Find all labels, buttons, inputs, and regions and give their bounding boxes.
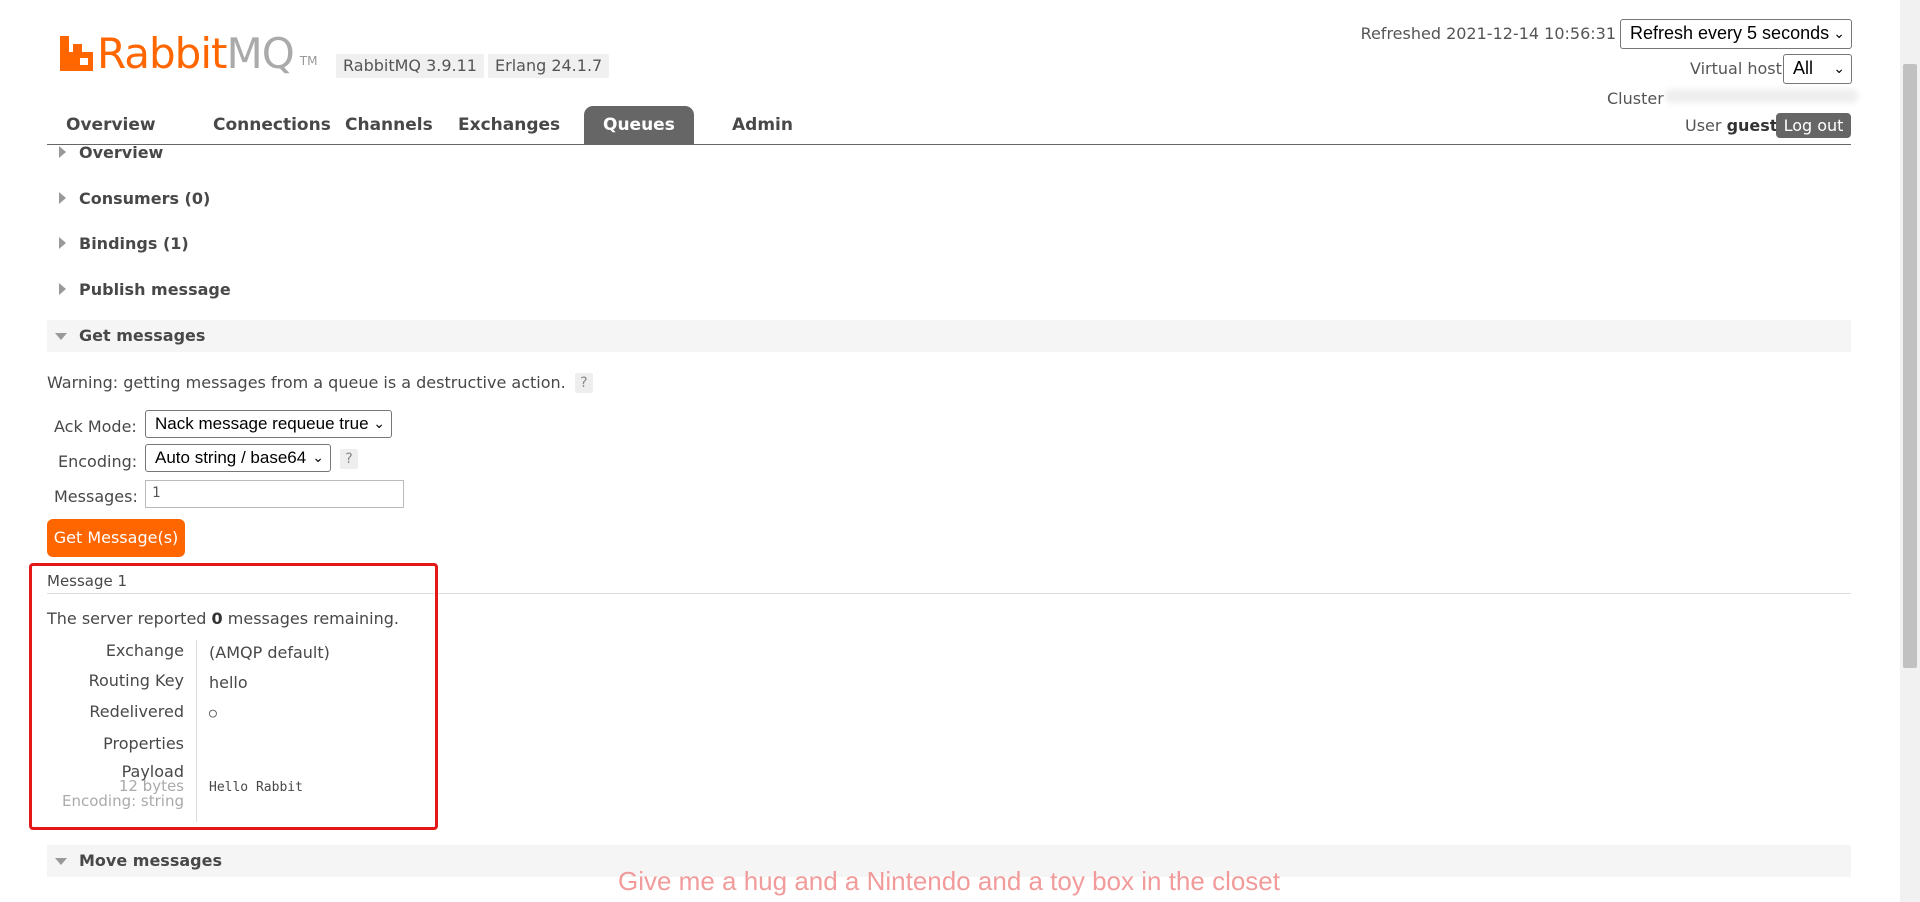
encoding-value: Auto string / base64 [155, 448, 307, 467]
trademark-label: TM [299, 54, 318, 68]
ack-mode-value: Nack message requeue true [155, 414, 369, 433]
section-overview[interactable]: Overview [47, 137, 1851, 169]
collapse-triangle-icon [55, 333, 67, 340]
rabbitmq-logo[interactable]: RabbitMQ TM [60, 26, 317, 76]
logo-wordmark: RabbitMQ [97, 29, 295, 78]
rabbit-logo-icon [60, 36, 93, 71]
encoding-select[interactable]: Auto string / base64 ⌄ [145, 444, 331, 472]
highlight-annotation-box [29, 563, 438, 830]
refresh-interval-select[interactable]: Refresh every 5 seconds ⌄ [1620, 19, 1852, 49]
ack-mode-select[interactable]: Nack message requeue true ⌄ [145, 410, 392, 438]
section-title: Overview [79, 143, 164, 162]
expand-triangle-icon [59, 283, 66, 295]
chevron-down-icon: ⌄ [1833, 60, 1845, 76]
section-bindings[interactable]: Bindings (1) [47, 228, 1851, 260]
user-name: guest [1726, 116, 1778, 135]
erlang-version-badge: Erlang 24.1.7 [488, 54, 610, 78]
cluster-name-redacted [1665, 89, 1858, 103]
section-publish-message[interactable]: Publish message [47, 274, 1851, 306]
section-title: Consumers (0) [79, 189, 211, 208]
section-consumers[interactable]: Consumers (0) [47, 183, 1851, 215]
ack-mode-label: Ack Mode: [54, 417, 137, 436]
chevron-down-icon: ⌄ [1833, 25, 1845, 41]
user-label: User [1685, 116, 1722, 135]
logout-button[interactable]: Log out [1776, 113, 1851, 138]
overlay-caption: Give me a hug and a Nintendo and a toy b… [618, 866, 1280, 896]
rabbitmq-version-badge: RabbitMQ 3.9.11 [336, 54, 484, 78]
warning-text: Warning: getting messages from a queue i… [47, 373, 566, 392]
refreshed-timestamp: Refreshed 2021-12-14 10:56:31 [1360, 24, 1616, 43]
scrollbar-thumb[interactable] [1903, 64, 1917, 668]
cluster-label: Cluster [1607, 89, 1664, 108]
help-icon[interactable]: ? [574, 373, 593, 393]
chevron-down-icon: ⌄ [373, 415, 385, 431]
encoding-label: Encoding: [58, 452, 138, 471]
current-user: User guest [1685, 116, 1777, 135]
destructive-warning: Warning: getting messages from a queue i… [47, 373, 593, 393]
section-title: Move messages [79, 851, 222, 870]
section-title: Get messages [79, 326, 206, 345]
expand-triangle-icon [59, 237, 66, 249]
expand-triangle-icon [59, 192, 66, 204]
messages-count-label: Messages: [54, 487, 138, 506]
virtual-host-label: Virtual host [1690, 59, 1782, 78]
section-title: Bindings (1) [79, 234, 189, 253]
virtual-host-value: All [1793, 58, 1814, 78]
section-get-messages[interactable]: Get messages [47, 320, 1851, 352]
section-title: Publish message [79, 280, 231, 299]
chevron-down-icon: ⌄ [312, 449, 324, 465]
refresh-interval-value: Refresh every 5 seconds [1630, 23, 1830, 43]
expand-triangle-icon [59, 146, 66, 158]
get-messages-button[interactable]: Get Message(s) [47, 519, 185, 557]
collapse-triangle-icon [55, 858, 67, 865]
virtual-host-select[interactable]: All ⌄ [1783, 54, 1852, 84]
encoding-help-icon[interactable]: ? [340, 449, 358, 469]
messages-count-input[interactable]: 1 [145, 480, 404, 508]
